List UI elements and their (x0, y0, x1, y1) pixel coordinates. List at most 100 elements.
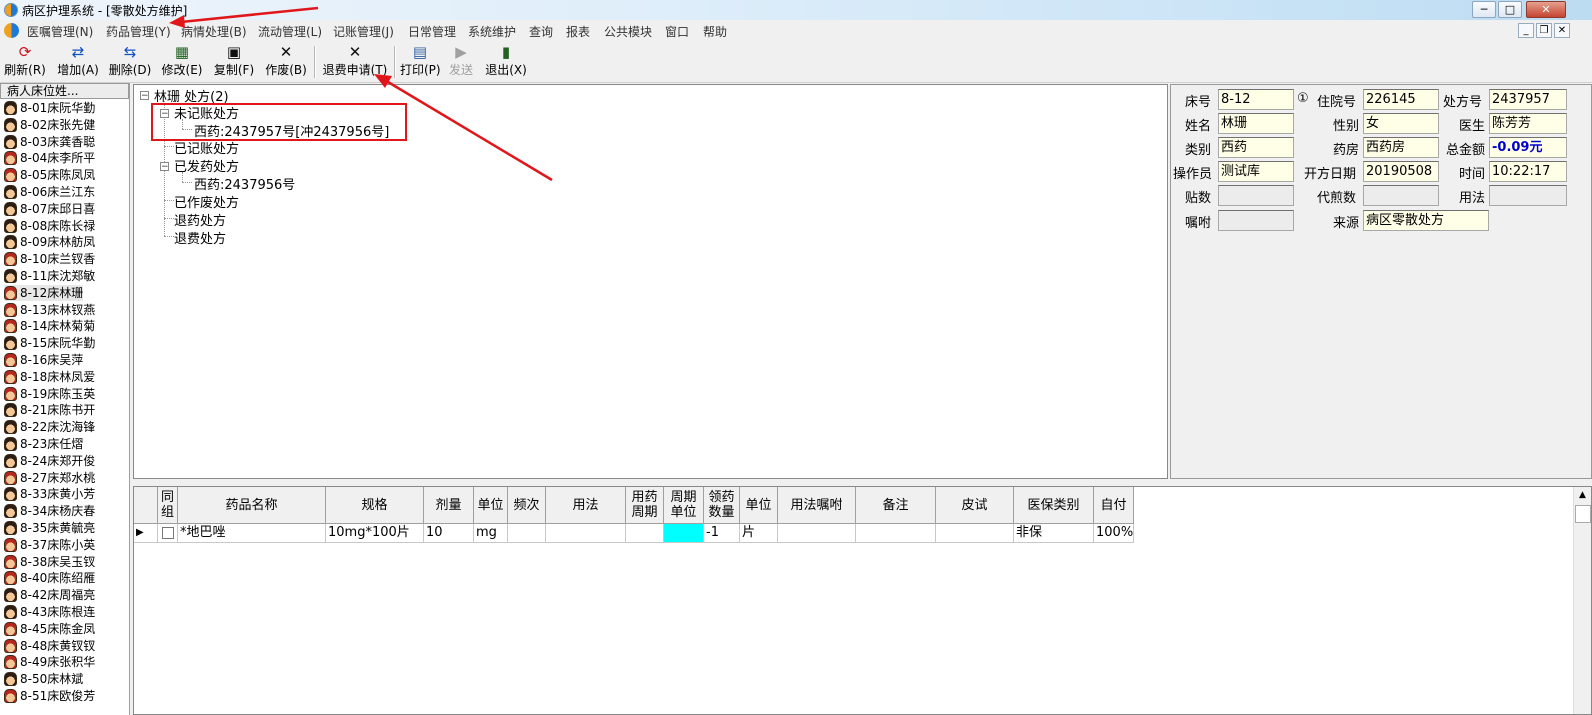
grid-column-header[interactable]: 同 组 (158, 487, 178, 524)
doses-field[interactable] (1218, 185, 1294, 206)
add-button[interactable]: ⇄ 增加(A) (56, 44, 100, 80)
grid-cell[interactable]: 10mg*100片 (326, 524, 424, 543)
grid-column-header[interactable]: 单位 (740, 487, 778, 524)
patient-list-item[interactable]: 8-19床陈玉英 (4, 386, 95, 402)
menu-billing[interactable]: 记账管理(J) (333, 23, 394, 40)
patient-list-item[interactable]: 8-06床兰江东 (4, 184, 95, 200)
grid-cell[interactable] (546, 524, 626, 543)
grid-column-header[interactable]: 用药 周期 (626, 487, 664, 524)
tree-node-returned-drug[interactable]: 退药处方 (174, 210, 226, 229)
grid-column-header[interactable]: 领药 数量 (704, 487, 740, 524)
patient-list-item[interactable]: 8-12床林珊 (4, 284, 84, 301)
void-button[interactable]: ✕ 作废(B) (264, 44, 308, 80)
grid-column-header[interactable]: 用法嘱咐 (778, 487, 856, 524)
patient-list-item[interactable]: 8-11床沈郑敏 (4, 268, 95, 284)
grid-cell[interactable]: *地巴唑 (178, 524, 326, 543)
patient-list-item[interactable]: 8-40床陈绍雁 (4, 570, 95, 586)
patient-list-item[interactable]: 8-35床黄毓亮 (4, 520, 95, 536)
grid-cell[interactable] (778, 524, 856, 543)
tree-node-dispensed[interactable]: 已发药处方 (174, 156, 239, 175)
patient-list-item[interactable]: 8-43床陈根连 (4, 604, 95, 620)
grid-column-header[interactable]: 备注 (856, 487, 936, 524)
menu-daily[interactable]: 日常管理 (408, 23, 456, 40)
patient-list-item[interactable]: 8-50床林斌 (4, 671, 83, 687)
source-field[interactable]: 病区零散处方 (1363, 210, 1489, 231)
menu-condition[interactable]: 病情处理(B) (181, 23, 247, 40)
doctor-field[interactable]: 陈芳芳 (1489, 113, 1567, 134)
time-field[interactable]: 10:22:17 (1489, 161, 1567, 182)
grid-cell[interactable]: 非保 (1014, 524, 1094, 543)
edit-button[interactable]: ▦ 修改(E) (160, 44, 204, 80)
grid-cell[interactable]: mg (474, 524, 508, 543)
patient-list-item[interactable]: 8-42床周福亮 (4, 587, 95, 603)
type-field[interactable]: 西药 (1218, 137, 1294, 158)
exit-button[interactable]: ▮ 退出(X) (484, 44, 528, 80)
menu-system[interactable]: 系统维护 (468, 23, 516, 40)
patient-list-item[interactable]: 8-01床阮华勤 (4, 100, 95, 116)
grid-cell[interactable] (508, 524, 546, 543)
collapse-icon[interactable]: − (140, 91, 149, 101)
minimize-button[interactable]: ─ (1472, 1, 1496, 18)
grid-column-header[interactable]: 单位 (474, 487, 508, 524)
grid-cell[interactable]: -1 (704, 524, 740, 543)
rx-field[interactable]: 2437957 (1489, 89, 1567, 110)
grid-column-header[interactable]: 用法 (546, 487, 626, 524)
patient-list-item[interactable]: 8-38床吴玉钗 (4, 554, 95, 570)
menu-flow[interactable]: 流动管理(L) (258, 23, 322, 40)
sex-field[interactable]: 女 (1363, 113, 1439, 134)
patient-list-item[interactable]: 8-33床黄小芳 (4, 486, 95, 502)
grid-scrollbar[interactable]: ▲ (1573, 487, 1591, 714)
app-menu-icon[interactable] (4, 23, 19, 38)
mdi-minimize-button[interactable]: _ (1518, 23, 1534, 38)
refresh-button[interactable]: ⟳ 刷新(R) (4, 44, 46, 80)
close-button[interactable]: ✕ (1526, 1, 1566, 18)
grid-column-header[interactable]: 皮试 (936, 487, 1014, 524)
patient-list-item[interactable]: 8-15床阮华勤 (4, 335, 95, 351)
mdi-restore-button[interactable]: ❐ (1536, 23, 1552, 38)
delete-button[interactable]: ⇆ 删除(D) (108, 44, 152, 80)
patient-list-item[interactable]: 8-14床林菊菊 (4, 318, 95, 334)
menu-orders[interactable]: 医嘱管理(N) (27, 23, 93, 40)
patient-list-item[interactable]: 8-03床龚香聪 (4, 134, 95, 150)
patient-list-item[interactable]: 8-23床任熠 (4, 436, 83, 452)
copy-button[interactable]: ▣ 复制(F) (212, 44, 256, 80)
grid-cell[interactable]: 100% (1094, 524, 1134, 543)
pharmacy-field[interactable]: 西药房 (1363, 137, 1439, 158)
operator-field[interactable]: 测试库 (1218, 161, 1294, 182)
patient-list-item[interactable]: 8-04床李所平 (4, 150, 95, 166)
patient-list-header[interactable]: 病人床位姓... (0, 83, 129, 99)
patient-list-item[interactable]: 8-49床张积华 (4, 654, 95, 670)
patient-list-item[interactable]: 8-09床林舫凤 (4, 234, 95, 250)
grid-cell[interactable]: 片 (740, 524, 778, 543)
menu-window[interactable]: 窗口 (665, 23, 689, 40)
grid-cell[interactable] (856, 524, 936, 543)
patient-list-item[interactable]: 8-16床吴萍 (4, 352, 83, 368)
total-field[interactable]: -0.09元 (1489, 137, 1567, 158)
grid-column-header[interactable]: 自付 (1094, 487, 1134, 524)
patient-list-item[interactable]: 8-48床黄钗钗 (4, 638, 95, 654)
patient-list-item[interactable]: 8-27床郑水桃 (4, 470, 95, 486)
patient-list-item[interactable]: 8-21床陈书开 (4, 402, 95, 418)
patient-list-item[interactable]: 8-02床张先健 (4, 117, 95, 133)
tree-node-dispensed-item[interactable]: 西药:2437956号 (194, 174, 295, 193)
menu-common[interactable]: 公共模块 (604, 23, 652, 40)
patient-list-item[interactable]: 8-18床林凤爱 (4, 369, 95, 385)
patient-list-item[interactable]: 8-07床邱日喜 (4, 201, 95, 217)
patient-list-item[interactable]: 8-24床郑开俊 (4, 453, 95, 469)
patient-list-item[interactable]: 8-37床陈小英 (4, 537, 95, 553)
tree-node-voided[interactable]: 已作废处方 (174, 192, 239, 211)
collapse-icon[interactable]: − (160, 162, 169, 172)
checkbox-icon[interactable] (162, 527, 174, 539)
menu-drugs[interactable]: 药品管理(Y) (106, 23, 171, 40)
refund-request-button[interactable]: ✕ 退费申请(T) (320, 44, 390, 80)
grid-column-header[interactable]: 药品名称 (178, 487, 326, 524)
grid-column-header[interactable]: 规格 (326, 487, 424, 524)
maximize-button[interactable]: □ (1498, 1, 1522, 18)
patient-list-item[interactable]: 8-08床陈长禄 (4, 218, 95, 234)
usage-field[interactable] (1489, 185, 1567, 206)
scroll-thumb[interactable] (1575, 505, 1591, 523)
patient-list-item[interactable]: 8-13床林钗燕 (4, 302, 95, 318)
grid-cell[interactable] (664, 524, 704, 543)
mdi-close-button[interactable]: ✕ (1554, 23, 1570, 38)
patient-list-item[interactable]: 8-22床沈海锋 (4, 419, 95, 435)
